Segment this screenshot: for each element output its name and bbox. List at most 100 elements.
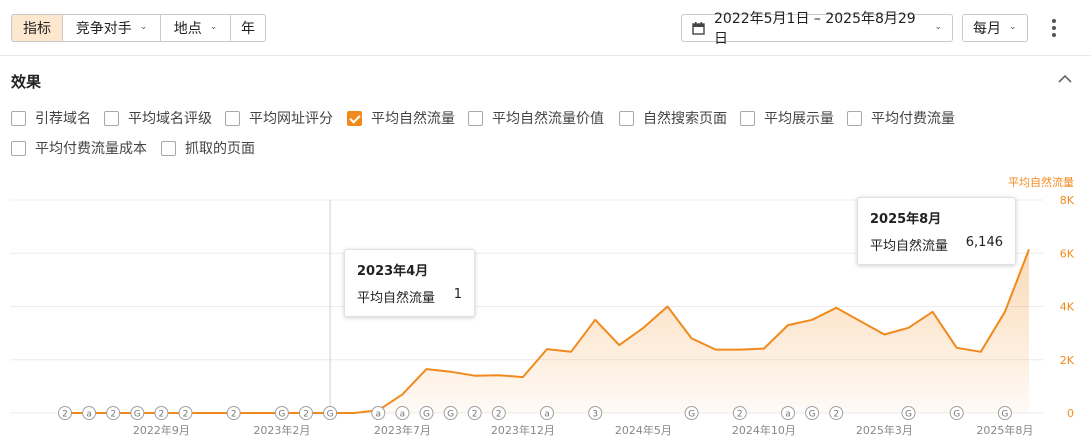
event-marker-symbol: a	[544, 410, 550, 420]
location-dropdown[interactable]: 地点 ⌄	[160, 14, 231, 42]
checkbox-organic-pages[interactable]: 自然搜索页面	[619, 108, 727, 128]
event-marker: G	[443, 406, 458, 420]
checkbox-label: 平均付费流量	[871, 111, 955, 127]
tooltip-2023-04: 2023年4月 平均自然流量 1	[344, 249, 475, 317]
event-marker: 3	[588, 406, 603, 420]
checkbox-box[interactable]	[225, 110, 240, 126]
event-marker: 2	[299, 406, 313, 420]
event-marker-symbol: G	[447, 410, 454, 420]
event-marker: G	[274, 406, 289, 420]
checkbox-label: 平均域名评级	[128, 111, 212, 127]
checkbox-avg-paid-traffic-cost[interactable]: 平均付费流量成本	[11, 138, 147, 158]
event-marker: a	[781, 406, 795, 420]
checkbox-avg-organic-traffic[interactable]: 平均自然流量	[347, 108, 455, 128]
event-marker-symbol: 2	[183, 410, 189, 420]
competitors-dropdown[interactable]: 竞争对手 ⌄	[62, 14, 161, 42]
event-marker-symbol: 2	[737, 410, 743, 420]
chevron-up-icon[interactable]	[1056, 70, 1074, 88]
event-marker: a	[82, 406, 97, 420]
event-marker-symbol: G	[134, 410, 141, 420]
event-marker-symbol: a	[86, 410, 92, 420]
event-marker: G	[805, 406, 820, 420]
tooltip-title: 2025年8月	[870, 212, 942, 227]
event-marker-symbol: G	[688, 410, 695, 420]
event-marker: 2	[829, 406, 844, 420]
event-marker: 2	[226, 406, 241, 420]
checkbox-box[interactable]	[11, 110, 26, 126]
x-tick-label: 2023年7月	[374, 423, 431, 437]
event-marker: G	[949, 406, 964, 420]
metrics-tab-label: 指标	[23, 21, 51, 37]
checkbox-box[interactable]	[740, 110, 755, 126]
x-tick-label: 2025年3月	[856, 423, 913, 437]
checkbox-box[interactable]	[847, 110, 862, 126]
y-tick-label: 4K	[1060, 301, 1075, 314]
section-title: 效果	[11, 73, 42, 91]
calendar-icon	[692, 21, 705, 35]
date-range-label: 2022年5月1日 – 2025年8月29日	[714, 11, 916, 47]
event-marker-symbol: 2	[231, 410, 237, 420]
checkbox-box[interactable]	[468, 110, 483, 126]
checkbox-crawled-pages[interactable]: 抓取的页面	[161, 138, 255, 158]
interval-dropdown[interactable]: 每月 ⌄	[962, 14, 1028, 42]
event-marker-symbol: G	[809, 410, 816, 420]
event-marker: a	[371, 406, 386, 420]
checkbox-avg-paid-traffic[interactable]: 平均付费流量	[847, 108, 955, 128]
y-tick-label: 6K	[1060, 247, 1075, 260]
checkbox-box[interactable]	[619, 110, 634, 126]
year-tab-label: 年	[241, 21, 255, 37]
event-marker: 2	[467, 406, 482, 420]
y-axis-title: 平均自然流量	[1008, 175, 1074, 189]
event-marker: a	[395, 406, 410, 420]
chevron-down-icon: ⌄	[139, 22, 148, 32]
metrics-tab[interactable]: 指标	[11, 14, 63, 42]
event-marker-symbol: G	[953, 410, 960, 420]
date-range-picker[interactable]: 2022年5月1日 – 2025年8月29日 ⌄	[681, 11, 953, 47]
checkbox-referring-domains[interactable]: 引荐域名	[11, 108, 91, 128]
year-tab[interactable]: 年	[230, 14, 266, 42]
checkbox-box[interactable]	[11, 140, 26, 156]
event-marker-symbol: G	[905, 410, 912, 420]
event-marker: G	[684, 406, 699, 420]
event-marker-symbol: 3	[592, 410, 598, 420]
y-tick-label: 8K	[1060, 194, 1075, 207]
interval-label: 每月	[973, 21, 1001, 37]
checkbox-label: 平均付费流量成本	[35, 141, 147, 157]
event-marker-symbol: 2	[303, 410, 309, 420]
checkbox-label: 自然搜索页面	[643, 111, 727, 127]
x-tick-label: 2024年5月	[615, 423, 672, 437]
checkbox-box[interactable]	[161, 140, 176, 156]
event-marker-symbol: 2	[472, 410, 478, 420]
event-marker-symbol: a	[400, 410, 406, 420]
checkbox-avg-domain-rating[interactable]: 平均域名评级	[104, 108, 212, 128]
y-axis-ticks: 0 2K 4K 6K 8K	[1060, 194, 1075, 420]
event-marker: a	[540, 406, 554, 420]
x-tick-label: 2022年9月	[133, 423, 190, 437]
event-marker: G	[901, 406, 916, 420]
chevron-down-icon: ⌄	[209, 22, 218, 32]
event-marker: G	[323, 406, 338, 420]
event-marker-symbol: 2	[110, 410, 116, 420]
checkbox-avg-impressions[interactable]: 平均展示量	[740, 108, 834, 128]
checkbox-box[interactable]	[104, 110, 119, 126]
checkbox-box[interactable]	[347, 110, 362, 126]
event-marker-symbol: G	[1001, 410, 1008, 420]
event-marker: G	[419, 406, 434, 420]
event-marker-symbol: G	[327, 410, 334, 420]
checkbox-label: 平均展示量	[764, 111, 834, 127]
event-marker-symbol: a	[785, 410, 791, 420]
event-marker: 2	[58, 406, 72, 420]
checkbox-avg-url-rating[interactable]: 平均网址评分	[225, 108, 333, 128]
checkbox-avg-organic-traffic-value[interactable]: 平均自然流量价值	[468, 108, 604, 128]
competitors-label: 竞争对手	[75, 21, 132, 37]
event-marker-symbol: 2	[496, 410, 502, 420]
more-options-icon[interactable]	[1046, 16, 1062, 40]
series-area-fill	[65, 249, 1029, 413]
toolbar: 指标 竞争对手 ⌄ 地点 ⌄ 年 2022年5月1日 – 2025年8月29日 …	[0, 0, 1091, 56]
tooltip-title: 2023年4月	[357, 264, 429, 279]
checkbox-label: 平均自然流量价值	[492, 111, 604, 127]
checkbox-label: 平均自然流量	[371, 111, 455, 127]
event-marker-symbol: 2	[159, 410, 165, 420]
x-tick-label: 2023年12月	[491, 423, 555, 437]
x-tick-label: 2023年2月	[253, 423, 310, 437]
